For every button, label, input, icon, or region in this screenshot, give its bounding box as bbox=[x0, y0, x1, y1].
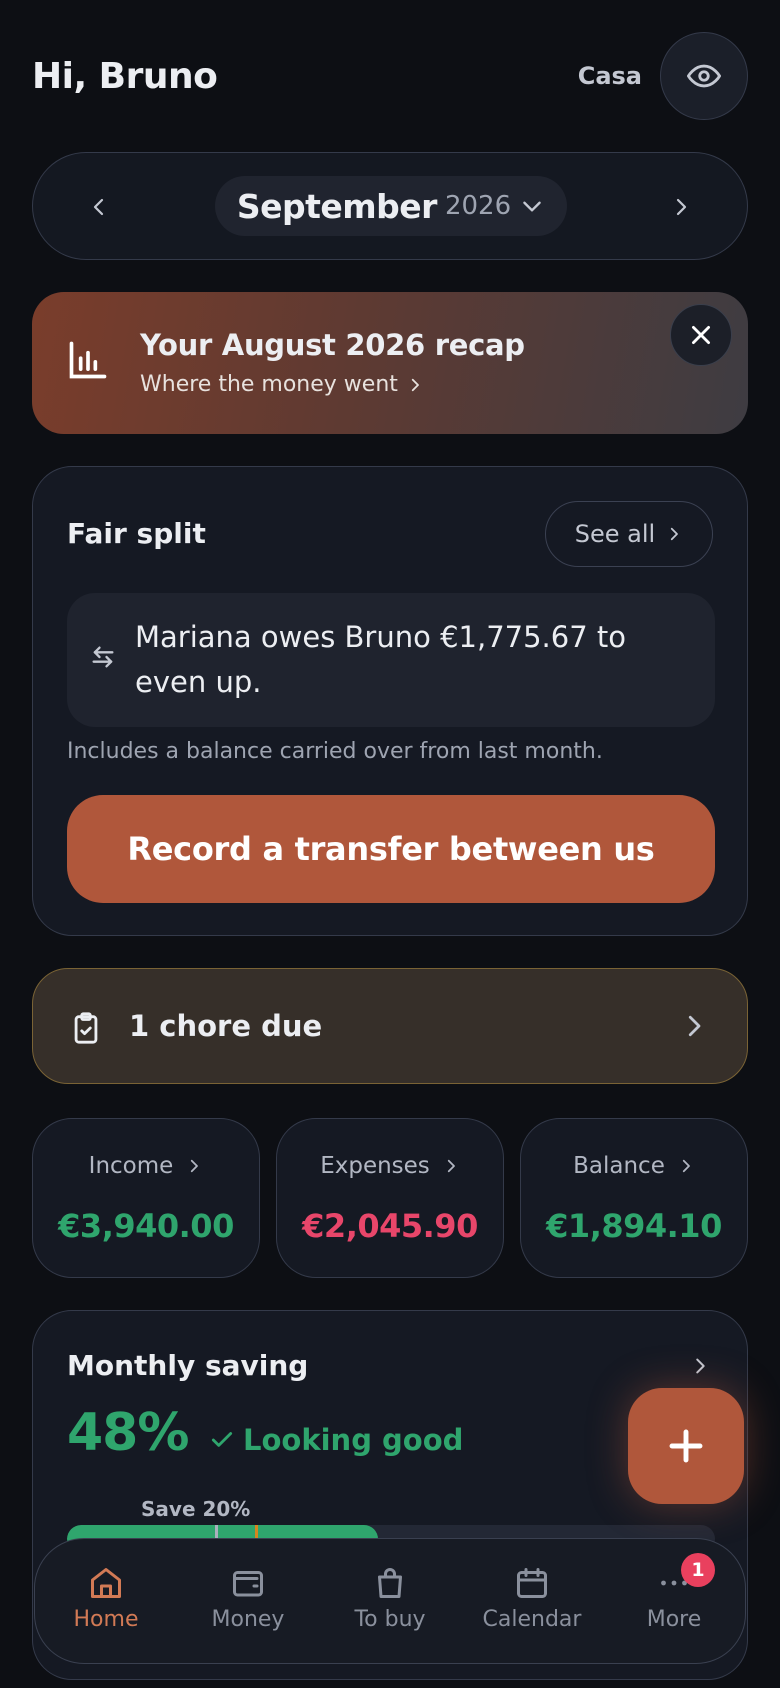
nav-home-label: Home bbox=[73, 1607, 139, 1632]
saving-status: Looking good bbox=[209, 1423, 463, 1457]
income-value: €3,940.00 bbox=[58, 1207, 234, 1245]
nav-money-label: Money bbox=[211, 1607, 285, 1632]
greeting: Hi, Bruno bbox=[32, 56, 218, 97]
dismiss-recap-button[interactable] bbox=[670, 304, 732, 366]
recap-link[interactable]: Where the money went bbox=[140, 372, 424, 397]
chevron-right-icon bbox=[671, 527, 679, 541]
chevron-right-icon bbox=[676, 198, 687, 216]
income-card[interactable]: Income €3,940.00 bbox=[32, 1118, 260, 1278]
expenses-label: Expenses bbox=[320, 1153, 430, 1179]
shopping-bag-icon bbox=[378, 1568, 402, 1598]
month-selector: September 2026 bbox=[32, 152, 748, 260]
recap-title: Your August 2026 recap bbox=[140, 328, 525, 362]
fair-split-card: Fair split See all Mariana owes Bruno €1… bbox=[32, 466, 748, 936]
household-name[interactable]: Casa bbox=[578, 62, 642, 90]
chores-due-label: 1 chore due bbox=[129, 1009, 323, 1043]
balance-label: Balance bbox=[573, 1153, 665, 1179]
monthly-saving-title: Monthly saving bbox=[67, 1349, 309, 1382]
expenses-value: €2,045.90 bbox=[302, 1207, 478, 1245]
nav-more[interactable]: 1 More bbox=[603, 1539, 745, 1663]
recap-subtitle: Where the money went bbox=[140, 372, 398, 397]
add-button[interactable] bbox=[628, 1388, 744, 1504]
see-all-button[interactable]: See all bbox=[545, 501, 713, 567]
chevron-right-icon bbox=[191, 1159, 199, 1173]
carry-over-note: Includes a balance carried over from las… bbox=[67, 739, 603, 764]
balance-card[interactable]: Balance €1,894.10 bbox=[520, 1118, 748, 1278]
nav-home[interactable]: Home bbox=[35, 1539, 177, 1663]
chevron-right-icon bbox=[688, 1015, 701, 1037]
chevron-right-icon bbox=[682, 1159, 690, 1173]
eye-icon bbox=[687, 64, 721, 88]
expenses-card[interactable]: Expenses €2,045.90 bbox=[276, 1118, 504, 1278]
wallet-icon bbox=[233, 1571, 263, 1597]
chevron-right-icon bbox=[411, 378, 419, 391]
saving-status-label: Looking good bbox=[243, 1423, 464, 1457]
bar-chart-icon bbox=[69, 341, 107, 379]
nav-calendar-label: Calendar bbox=[482, 1607, 582, 1632]
balance-value: €1,894.10 bbox=[546, 1207, 722, 1245]
nav-calendar[interactable]: Calendar bbox=[461, 1539, 603, 1663]
chevron-right-icon bbox=[696, 1358, 705, 1374]
saving-target-label: Save 20% bbox=[141, 1497, 251, 1521]
plus-icon bbox=[669, 1429, 703, 1463]
toggle-visibility-button[interactable] bbox=[660, 32, 748, 120]
income-label: Income bbox=[88, 1153, 174, 1179]
calendar-icon bbox=[517, 1568, 547, 1598]
chevron-down-icon bbox=[523, 201, 541, 212]
nav-money[interactable]: Money bbox=[177, 1539, 319, 1663]
settlement-message: Mariana owes Bruno €1,775.67 to even up. bbox=[135, 620, 627, 699]
swap-arrows-icon bbox=[92, 646, 114, 668]
next-month-button[interactable] bbox=[659, 185, 703, 229]
chevron-right-icon bbox=[447, 1159, 455, 1173]
bottom-navigation: Home Money To buy Calendar 1 More bbox=[34, 1538, 746, 1664]
check-icon bbox=[211, 1432, 233, 1447]
clipboard-check-icon bbox=[74, 1012, 98, 1044]
chevron-left-icon bbox=[93, 198, 104, 216]
home-icon bbox=[91, 1568, 121, 1598]
recap-banner[interactable]: Your August 2026 recap Where the money w… bbox=[32, 292, 748, 434]
month-name: September bbox=[236, 186, 438, 226]
record-transfer-button[interactable]: Record a transfer between us bbox=[67, 795, 715, 903]
fair-split-title: Fair split bbox=[67, 517, 206, 550]
chores-due-banner[interactable]: 1 chore due bbox=[32, 968, 748, 1084]
header: Hi, Bruno Casa bbox=[32, 32, 748, 120]
close-icon bbox=[692, 326, 710, 344]
nav-to-buy[interactable]: To buy bbox=[319, 1539, 461, 1663]
see-all-label: See all bbox=[574, 520, 656, 548]
nav-more-label: More bbox=[646, 1607, 702, 1632]
notification-badge: 1 bbox=[681, 1553, 715, 1587]
saving-percentage: 48% bbox=[67, 1403, 189, 1463]
month-year: 2026 bbox=[444, 191, 512, 221]
month-picker-button[interactable]: September 2026 bbox=[215, 176, 567, 236]
previous-month-button[interactable] bbox=[77, 185, 121, 229]
nav-to-buy-label: To buy bbox=[354, 1607, 426, 1632]
settlement-summary: Mariana owes Bruno €1,775.67 to even up. bbox=[67, 593, 715, 727]
